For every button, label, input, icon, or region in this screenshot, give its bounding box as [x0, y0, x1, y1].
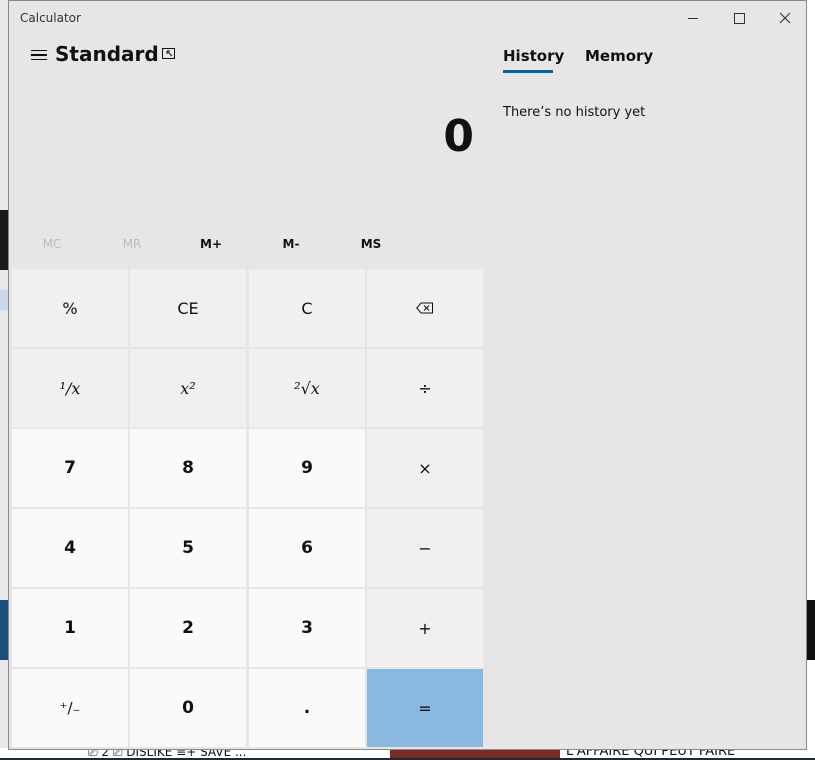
minimize-button[interactable]: [670, 1, 716, 35]
keypad: % CE C ¹/x x² ²√x ÷ 7 8 9 × 4 5 6 − 1 2 …: [12, 269, 484, 747]
backspace-button[interactable]: [367, 269, 483, 347]
square-root-button[interactable]: ²√x: [249, 349, 365, 427]
calculator-window: Calculator Standard 0 MC MR M+ M- MS % C…: [8, 0, 807, 750]
memory-store-button[interactable]: MS: [331, 231, 411, 257]
clear-button[interactable]: C: [249, 269, 365, 347]
memory-subtract-button[interactable]: M-: [251, 231, 331, 257]
tab-history[interactable]: History: [503, 47, 564, 65]
reciprocal-button[interactable]: ¹/x: [12, 349, 128, 427]
digit-1-button[interactable]: 1: [12, 589, 128, 667]
digit-4-button[interactable]: 4: [12, 509, 128, 587]
active-tab-indicator: [503, 70, 553, 73]
tab-memory[interactable]: Memory: [585, 47, 653, 65]
memory-clear-button[interactable]: MC: [12, 231, 92, 257]
square-button[interactable]: x²: [130, 349, 246, 427]
digit-7-button[interactable]: 7: [12, 429, 128, 507]
mode-title: Standard: [55, 42, 159, 66]
square-root-label: ²√x: [294, 378, 320, 398]
multiply-button[interactable]: ×: [367, 429, 483, 507]
percent-button[interactable]: %: [12, 269, 128, 347]
memory-recall-button[interactable]: MR: [92, 231, 172, 257]
equals-button[interactable]: =: [367, 669, 483, 747]
square-label: x²: [180, 378, 196, 398]
backspace-icon: [416, 302, 433, 314]
digit-0-button[interactable]: 0: [130, 669, 246, 747]
memory-row: MC MR M+ M- MS: [12, 231, 487, 257]
maximize-button[interactable]: [716, 1, 762, 35]
digit-8-button[interactable]: 8: [130, 429, 246, 507]
subtract-button[interactable]: −: [367, 509, 483, 587]
close-icon: [779, 12, 791, 24]
background-app-right: [807, 0, 815, 758]
hamburger-menu-icon[interactable]: [19, 43, 59, 67]
app-title: Calculator: [20, 11, 81, 25]
digit-2-button[interactable]: 2: [130, 589, 246, 667]
keep-on-top-icon[interactable]: [159, 45, 179, 63]
negate-button[interactable]: ⁺/₋: [12, 669, 128, 747]
history-empty-message: There’s no history yet: [503, 105, 646, 120]
clear-entry-button[interactable]: CE: [130, 269, 246, 347]
digit-3-button[interactable]: 3: [249, 589, 365, 667]
digit-6-button[interactable]: 6: [249, 509, 365, 587]
result-display: 0: [443, 111, 474, 162]
background-app-left: [0, 0, 8, 758]
title-bar[interactable]: Calculator: [9, 1, 806, 35]
decimal-button[interactable]: .: [249, 669, 365, 747]
memory-add-button[interactable]: M+: [171, 231, 251, 257]
reciprocal-label: ¹/x: [59, 378, 81, 398]
close-button[interactable]: [762, 1, 808, 35]
add-button[interactable]: +: [367, 589, 483, 667]
digit-9-button[interactable]: 9: [249, 429, 365, 507]
digit-5-button[interactable]: 5: [130, 509, 246, 587]
divide-button[interactable]: ÷: [367, 349, 483, 427]
minimize-icon: [688, 17, 698, 19]
maximize-icon: [733, 12, 745, 24]
